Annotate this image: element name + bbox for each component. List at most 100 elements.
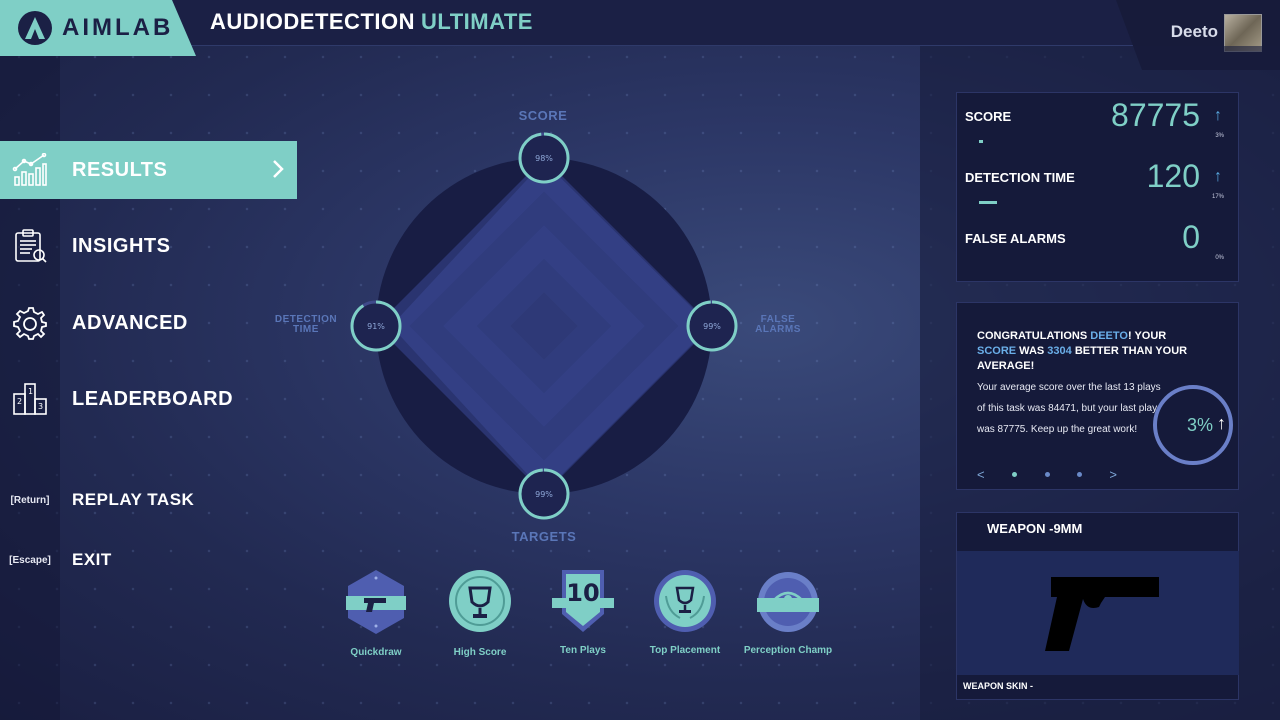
trophy-wreath-badge-icon — [654, 570, 716, 632]
next-arrow-icon[interactable]: > — [1109, 467, 1117, 482]
badge-quickdraw[interactable]: Quickdraw — [331, 568, 421, 658]
improvement-percent: 3% — [1186, 415, 1213, 435]
svg-text:2: 2 — [17, 397, 22, 406]
radar-node-targets: 99% — [518, 468, 570, 520]
badge-ten-plays[interactable]: 10 Ten Plays — [538, 568, 628, 656]
arrow-up-icon: ↑ — [1217, 413, 1226, 433]
sidebar-item-results[interactable]: RESULTS — [0, 141, 297, 199]
key-hint: [Return] — [10, 494, 50, 506]
radar-node-percent: 98% — [535, 154, 553, 163]
exit-label: EXIT — [72, 550, 112, 569]
badge-label: Quickdraw — [350, 647, 402, 658]
sidebar-item-label: RESULTS — [72, 158, 168, 181]
exit-button[interactable]: [Escape] EXIT — [0, 550, 112, 570]
congrats-body: Your average score over the last 13 play… — [977, 382, 1161, 435]
results-radar-chart: 98% 91% 99% 99% — [350, 132, 738, 520]
app-logo: AIMLAB — [0, 0, 196, 56]
weapon-card: WEAPON -9MM WEAPON SKIN - — [956, 512, 1239, 700]
eye-badge-icon — [757, 572, 819, 632]
chart-icon — [0, 153, 60, 187]
improvement-ring: 3% ↑ — [1153, 385, 1233, 465]
pager-dot[interactable] — [1076, 472, 1082, 477]
stat-progress-bar — [979, 201, 997, 204]
stat-change: 3% — [1215, 133, 1224, 139]
ten-badge-icon: 10 — [552, 570, 614, 632]
badge-label: Ten Plays — [560, 645, 606, 656]
weapon-image — [957, 551, 1239, 675]
card-pager: < > — [977, 467, 1117, 482]
pager-dot[interactable] — [1044, 472, 1050, 477]
badge-perception-champ[interactable]: Perception Champ — [743, 570, 833, 656]
congrats-text: CONGRATULATIONS — [977, 330, 1091, 342]
replay-task-label: REPLAY TASK — [72, 490, 195, 509]
stat-value: 87775 — [1111, 97, 1200, 133]
congrats-text: WAS — [1016, 345, 1048, 357]
badge-label: Perception Champ — [743, 645, 833, 656]
radar-node-score: 98% — [518, 132, 570, 184]
prev-arrow-icon[interactable]: < — [977, 467, 985, 482]
stat-change: 0% — [1215, 255, 1224, 261]
stat-value: 120 — [1146, 158, 1200, 194]
radar-node-false-alarms: 99% — [686, 300, 738, 352]
stats-card: SCORE 87775 ↑ 3% DETECTION TIME 120 ↑ 17… — [956, 92, 1239, 282]
stat-row-score: SCORE 87775 ↑ 3% — [965, 97, 1226, 157]
congrats-diff: 3304 — [1047, 345, 1072, 357]
weapon-skin-label: WEAPON SKIN - — [963, 681, 1034, 691]
radar-label-line: ALARMS — [755, 324, 801, 335]
title-accent: ULTIMATE — [421, 9, 533, 34]
radar-label-detection-time: DETECTION TIME — [266, 315, 346, 335]
sidebar-item-label: ADVANCED — [72, 311, 188, 334]
radar-label-targets: TARGETS — [511, 529, 577, 544]
stat-row-detection-time: DETECTION TIME 120 ↑ 17% — [965, 158, 1226, 218]
stat-change: 17% — [1211, 194, 1224, 200]
top-bar — [0, 0, 1280, 46]
svg-text:3: 3 — [38, 402, 43, 411]
chevron-right-icon — [273, 160, 284, 178]
radar-node-percent: 99% — [703, 322, 721, 331]
pistol-badge-icon — [346, 570, 406, 634]
stat-label: FALSE ALARMS — [965, 231, 1066, 246]
sidebar-item-advanced[interactable]: ADVANCED — [0, 294, 297, 352]
page-title: AUDIODETECTION ULTIMATE — [210, 9, 533, 35]
sidebar-item-leaderboard[interactable]: 1 2 3 LEADERBOARD — [0, 370, 297, 428]
radar-node-percent: 99% — [535, 490, 553, 499]
badge-label: Top Placement — [649, 645, 721, 656]
pistol-icon — [1045, 577, 1159, 651]
radar-node-detection-time: 91% — [350, 300, 402, 352]
stat-label: DETECTION TIME — [965, 170, 1075, 185]
pager-dot[interactable] — [1012, 472, 1018, 477]
radar-label-false-alarms: FALSE ALARMS — [738, 315, 818, 335]
clipboard-icon — [0, 229, 60, 263]
trophy-badge-icon — [449, 570, 511, 632]
radar-node-percent: 91% — [367, 322, 385, 331]
sidebar-item-insights[interactable]: INSIGHTS — [0, 217, 297, 275]
sidebar-item-label: LEADERBOARD — [72, 387, 234, 410]
weapon-title: WEAPON -9MM — [987, 521, 1083, 536]
user-name: Deeto — [1170, 22, 1218, 41]
radar-label-score: SCORE — [518, 108, 568, 123]
sidebar-item-label: INSIGHTS — [72, 234, 171, 257]
podium-icon: 1 2 3 — [0, 382, 60, 416]
badge-label: High Score — [453, 647, 507, 658]
badge-top-placement[interactable]: Top Placement — [640, 568, 730, 656]
badge-high-score[interactable]: High Score — [435, 566, 525, 658]
congrats-name: DEETO — [1090, 330, 1128, 342]
badge-number: 10 — [566, 579, 599, 607]
congrats-heading: CONGRATULATIONS DEETO! YOUR SCORE WAS 33… — [977, 329, 1197, 374]
stat-value: 0 — [1182, 219, 1200, 255]
replay-task-button[interactable]: [Return] REPLAY TASK — [0, 490, 194, 510]
stat-row-false-alarms: FALSE ALARMS 0 0% — [965, 219, 1226, 279]
arrow-up-icon: ↑ — [1214, 107, 1222, 124]
logo-text: AIMLAB — [62, 14, 174, 41]
arrow-up-icon: ↑ — [1214, 168, 1222, 185]
logo-mark-icon — [18, 11, 52, 45]
stat-progress-bar — [979, 140, 983, 143]
gear-icon — [0, 306, 60, 340]
radar-label-line: TIME — [293, 324, 319, 335]
stat-label: SCORE — [965, 109, 1012, 124]
title-main: AUDIODETECTION — [210, 9, 415, 34]
congrats-text: ! YOUR — [1127, 330, 1167, 342]
key-hint: [Escape] — [9, 554, 51, 566]
svg-text:1: 1 — [28, 387, 33, 396]
congrats-card: CONGRATULATIONS DEETO! YOUR SCORE WAS 33… — [956, 302, 1239, 490]
